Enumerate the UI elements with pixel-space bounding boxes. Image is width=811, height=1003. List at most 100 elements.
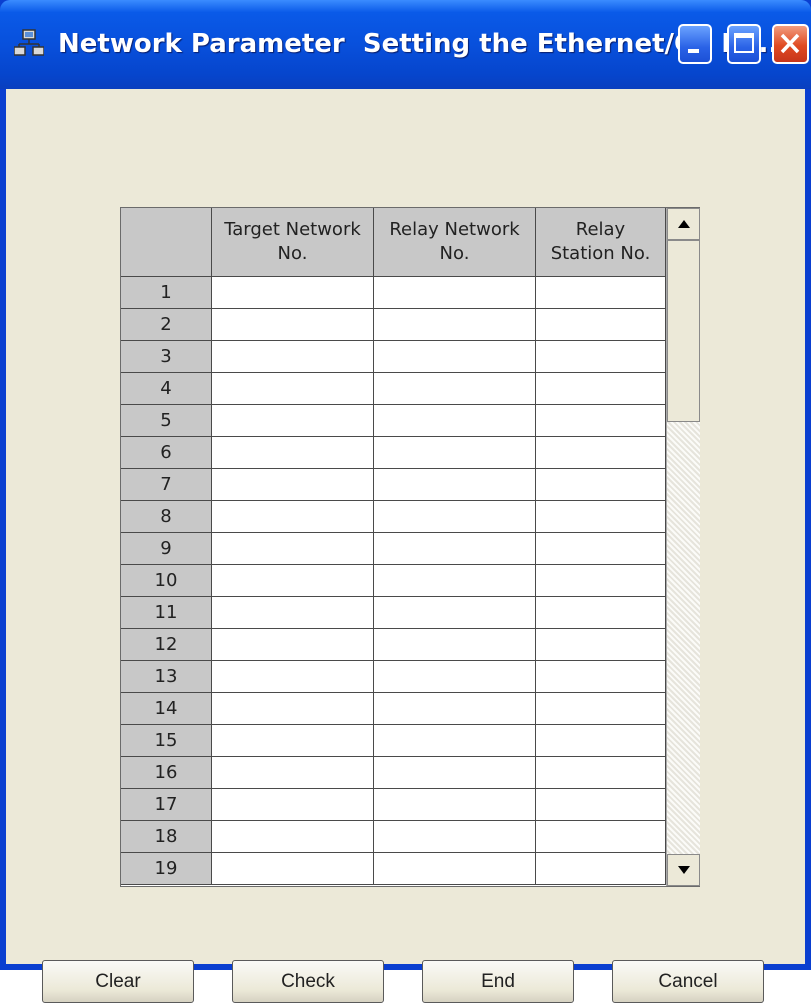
target-network-cell[interactable] <box>212 597 374 629</box>
relay-station-cell[interactable] <box>536 757 666 789</box>
maximize-button[interactable] <box>727 24 761 64</box>
target-network-cell[interactable] <box>212 757 374 789</box>
relay-network-cell[interactable] <box>374 437 536 469</box>
row-number[interactable]: 19 <box>121 853 212 885</box>
target-network-cell[interactable] <box>212 533 374 565</box>
target-network-cell[interactable] <box>212 373 374 405</box>
clear-button[interactable]: Clear <box>42 960 194 1003</box>
relay-station-cell[interactable] <box>536 405 666 437</box>
relay-network-cell[interactable] <box>374 341 536 373</box>
target-network-cell[interactable] <box>212 501 374 533</box>
relay-network-cell[interactable] <box>374 693 536 725</box>
relay-station-cell[interactable] <box>536 533 666 565</box>
end-button[interactable]: End <box>422 960 574 1003</box>
target-network-cell[interactable] <box>212 341 374 373</box>
row-number[interactable]: 18 <box>121 821 212 853</box>
row-number[interactable]: 5 <box>121 405 212 437</box>
relay-station-cell[interactable] <box>536 469 666 501</box>
cancel-button[interactable]: Cancel <box>612 960 764 1003</box>
window-title: Network Parameter Setting the Ethernet/C… <box>58 29 779 59</box>
target-network-cell[interactable] <box>212 629 374 661</box>
row-number[interactable]: 8 <box>121 501 212 533</box>
relay-station-cell[interactable] <box>536 629 666 661</box>
vertical-scrollbar[interactable] <box>666 208 700 886</box>
relay-network-cell[interactable] <box>374 501 536 533</box>
relay-station-cell[interactable] <box>536 693 666 725</box>
arrow-down-icon <box>677 866 690 874</box>
arrow-up-icon <box>677 220 690 228</box>
relay-network-cell[interactable] <box>374 597 536 629</box>
relay-station-cell[interactable] <box>536 309 666 341</box>
minimize-button[interactable] <box>678 24 712 64</box>
target-network-cell[interactable] <box>212 789 374 821</box>
relay-network-cell[interactable] <box>374 661 536 693</box>
check-button[interactable]: Check <box>232 960 384 1003</box>
row-number[interactable]: 7 <box>121 469 212 501</box>
relay-station-cell[interactable] <box>536 853 666 885</box>
target-network-cell[interactable] <box>212 437 374 469</box>
row-number[interactable]: 6 <box>121 437 212 469</box>
network-icon <box>14 29 44 56</box>
row-number[interactable]: 13 <box>121 661 212 693</box>
relay-network-cell[interactable] <box>374 373 536 405</box>
relay-network-cell[interactable] <box>374 565 536 597</box>
row-number[interactable]: 1 <box>121 277 212 309</box>
row-number[interactable]: 10 <box>121 565 212 597</box>
relay-station-cell[interactable] <box>536 501 666 533</box>
relay-station-cell[interactable] <box>536 821 666 853</box>
close-button[interactable] <box>772 24 809 64</box>
row-number[interactable]: 3 <box>121 341 212 373</box>
minimize-icon <box>688 49 699 53</box>
relay-network-cell[interactable] <box>374 757 536 789</box>
title-bar[interactable]: Network Parameter Setting the Ethernet/C… <box>0 0 811 89</box>
row-number[interactable]: 2 <box>121 309 212 341</box>
row-number[interactable]: 9 <box>121 533 212 565</box>
target-network-cell[interactable] <box>212 725 374 757</box>
relay-network-cell[interactable] <box>374 789 536 821</box>
row-number[interactable]: 16 <box>121 757 212 789</box>
target-network-cell[interactable] <box>212 309 374 341</box>
target-network-cell[interactable] <box>212 661 374 693</box>
scroll-thumb[interactable] <box>667 240 700 422</box>
target-network-cell[interactable] <box>212 565 374 597</box>
target-network-cell[interactable] <box>212 821 374 853</box>
relay-station-cell[interactable] <box>536 341 666 373</box>
relay-station-cell[interactable] <box>536 789 666 821</box>
maximize-icon <box>734 33 754 53</box>
relay-network-cell[interactable] <box>374 725 536 757</box>
relay-station-cell[interactable] <box>536 597 666 629</box>
column-header-relay-station[interactable]: Relay Station No. <box>536 208 666 277</box>
relay-station-cell[interactable] <box>536 277 666 309</box>
target-network-cell[interactable] <box>212 853 374 885</box>
row-number[interactable]: 14 <box>121 693 212 725</box>
corner-header <box>121 208 212 277</box>
row-number[interactable]: 15 <box>121 725 212 757</box>
relay-station-cell[interactable] <box>536 725 666 757</box>
scroll-up-button[interactable] <box>667 208 700 240</box>
relay-station-cell[interactable] <box>536 565 666 597</box>
relay-station-cell[interactable] <box>536 373 666 405</box>
relay-network-cell[interactable] <box>374 309 536 341</box>
relay-station-cell[interactable] <box>536 437 666 469</box>
column-header-target-network[interactable]: Target Network No. <box>212 208 374 277</box>
dialog-client-area: Target Network No. Relay Network No. Rel… <box>6 89 805 1003</box>
row-number[interactable]: 17 <box>121 789 212 821</box>
target-network-cell[interactable] <box>212 405 374 437</box>
routing-table: Target Network No. Relay Network No. Rel… <box>120 207 700 887</box>
row-number[interactable]: 4 <box>121 373 212 405</box>
target-network-cell[interactable] <box>212 277 374 309</box>
relay-network-cell[interactable] <box>374 853 536 885</box>
row-number[interactable]: 11 <box>121 597 212 629</box>
relay-network-cell[interactable] <box>374 469 536 501</box>
target-network-cell[interactable] <box>212 469 374 501</box>
relay-network-cell[interactable] <box>374 533 536 565</box>
relay-network-cell[interactable] <box>374 629 536 661</box>
target-network-cell[interactable] <box>212 693 374 725</box>
scroll-down-button[interactable] <box>667 854 700 886</box>
relay-network-cell[interactable] <box>374 821 536 853</box>
relay-station-cell[interactable] <box>536 661 666 693</box>
column-header-relay-network[interactable]: Relay Network No. <box>374 208 536 277</box>
row-number[interactable]: 12 <box>121 629 212 661</box>
relay-network-cell[interactable] <box>374 405 536 437</box>
relay-network-cell[interactable] <box>374 277 536 309</box>
